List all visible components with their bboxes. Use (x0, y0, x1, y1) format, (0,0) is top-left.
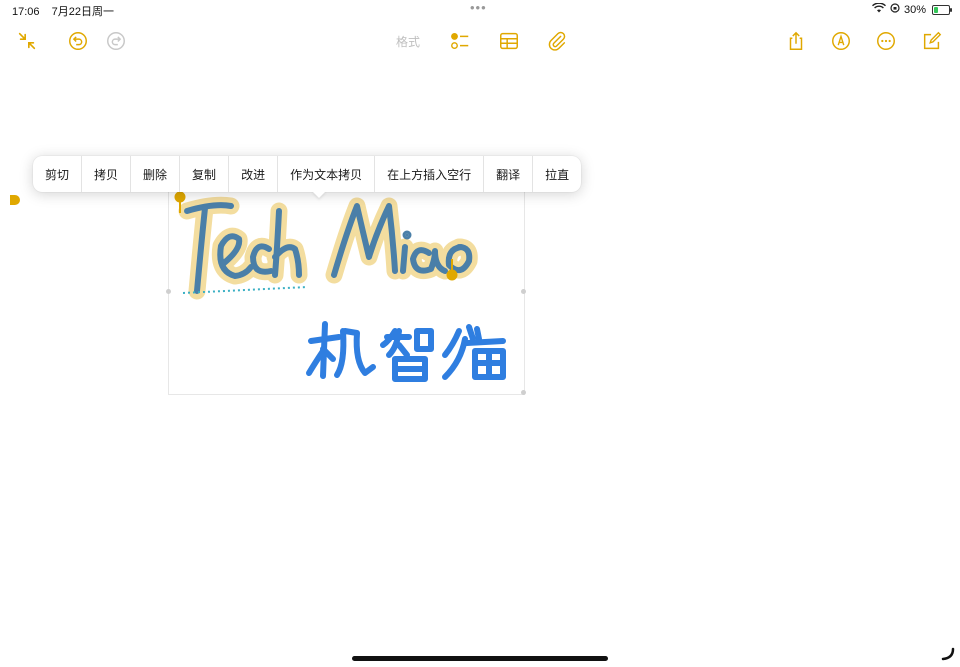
battery-level (934, 6, 939, 13)
compose-icon[interactable] (920, 29, 944, 53)
table-icon[interactable] (497, 29, 521, 53)
status-right: 30% (871, 2, 952, 16)
chinese-strokes (306, 321, 506, 382)
status-time: 17:06 (12, 6, 40, 18)
selection-highlight (178, 196, 478, 300)
context-menu: 剪切 拷贝 删除 复制 改进 作为文本拷贝 在上方插入空行 翻译 拉直 (33, 156, 582, 192)
format-button[interactable]: 格式 (396, 33, 420, 50)
checklist-icon[interactable] (448, 29, 472, 53)
home-indicator[interactable] (352, 656, 608, 661)
markup-pen-icon[interactable] (829, 29, 853, 53)
handwriting-drawing (174, 191, 506, 382)
drawing-canvas[interactable] (166, 190, 526, 395)
menu-item-translate[interactable]: 翻译 (484, 156, 534, 192)
menu-item-cut[interactable]: 剪切 (33, 156, 83, 192)
notes-toolbar (0, 24, 960, 58)
context-menu-pointer (312, 191, 326, 198)
more-ellipsis-icon[interactable] (874, 29, 898, 53)
menu-item-copy-as-text[interactable]: 作为文本拷贝 (278, 156, 376, 192)
status-bar: 17:06 7月22日周一 ••• 30% (0, 0, 960, 20)
menu-item-refine[interactable]: 改进 (229, 156, 279, 192)
redo-icon[interactable] (104, 29, 128, 53)
wifi-icon (871, 2, 886, 16)
battery-icon (932, 4, 952, 15)
undo-icon[interactable] (66, 29, 90, 53)
menu-item-delete[interactable]: 删除 (131, 156, 181, 192)
orientation-lock-icon (890, 3, 900, 16)
multitasking-dots[interactable]: ••• (470, 0, 487, 15)
collapse-arrows-icon[interactable] (15, 29, 39, 53)
battery-percent: 30% (903, 3, 926, 16)
menu-item-copy[interactable]: 拷贝 (82, 156, 132, 192)
quick-note-corner-icon[interactable] (940, 646, 956, 667)
paragraph-marker-icon[interactable] (8, 193, 22, 212)
menu-item-duplicate[interactable]: 复制 (180, 156, 230, 192)
share-icon[interactable] (784, 29, 808, 53)
menu-item-insert-space-above[interactable]: 在上方插入空行 (375, 156, 485, 192)
status-left: 17:06 7月22日周一 (12, 3, 123, 19)
paperclip-icon[interactable] (545, 29, 569, 53)
status-date: 7月22日周一 (51, 6, 114, 18)
menu-item-straighten[interactable]: 拉直 (533, 156, 581, 192)
